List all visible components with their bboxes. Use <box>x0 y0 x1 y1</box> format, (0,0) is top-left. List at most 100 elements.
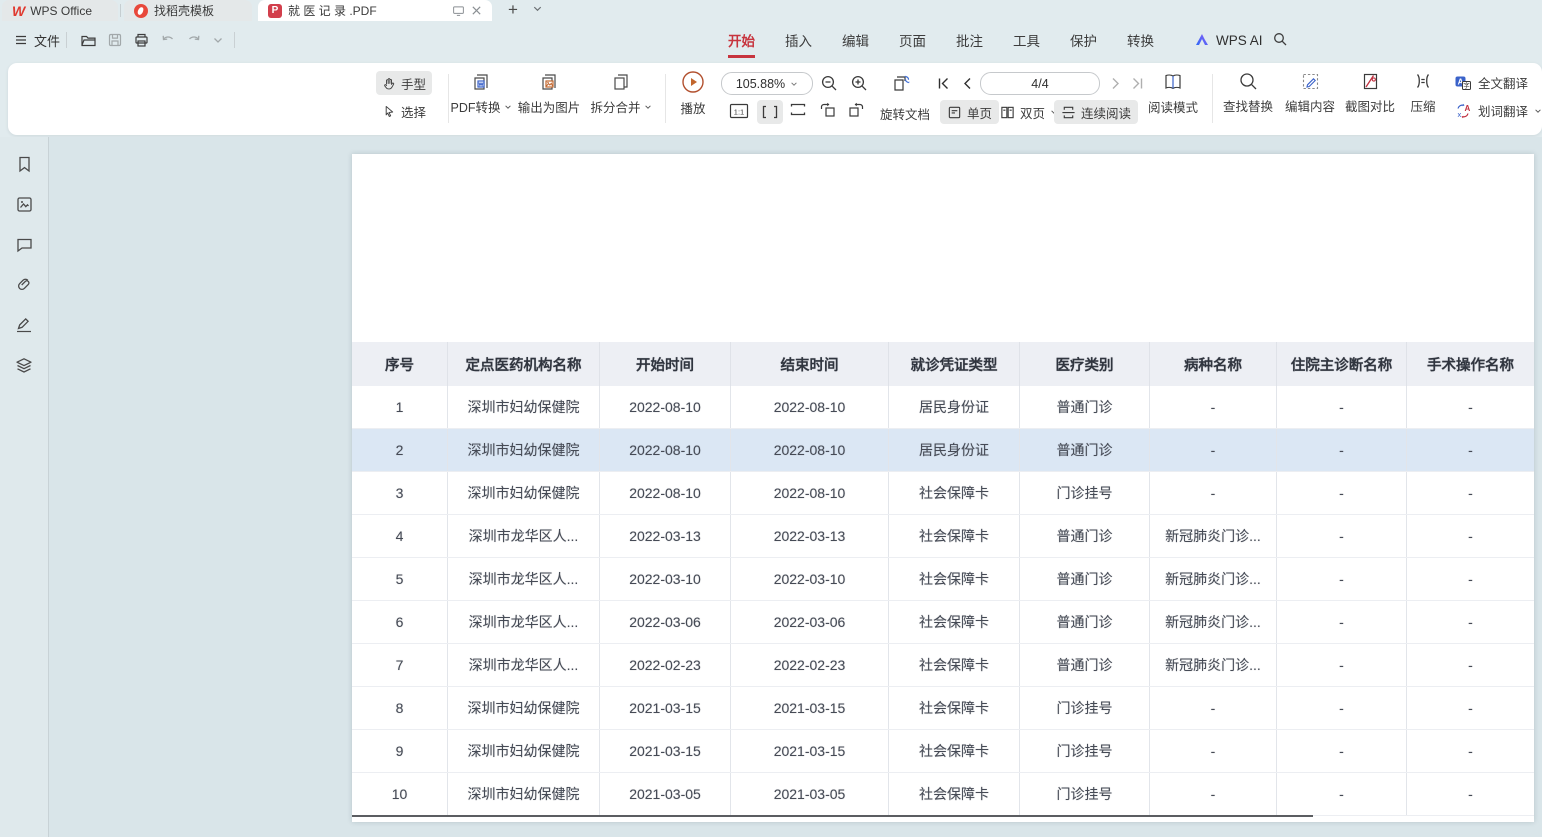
fit-page-button[interactable] <box>789 102 807 117</box>
tab-wps-office[interactable]: W WPS Office <box>2 0 118 21</box>
single-page-button[interactable]: 单页 <box>940 100 999 124</box>
continuous-read-button[interactable]: 连续阅读 <box>1054 100 1138 124</box>
divider <box>665 74 666 123</box>
menu-item-批注[interactable]: 批注 <box>956 21 983 59</box>
word-translate-button[interactable]: x A 划词翻译 <box>1454 101 1542 120</box>
table-row[interactable]: 1深圳市妇幼保健院2022-08-102022-08-10居民身份证普通门诊--… <box>352 386 1534 429</box>
table-row[interactable]: 7深圳市龙华区人...2022-02-232022-02-23社会保障卡普通门诊… <box>352 644 1534 687</box>
wps-ai-label: WPS AI <box>1216 33 1263 48</box>
book-icon <box>1162 71 1184 93</box>
split-merge-button[interactable]: 拆分合并 <box>581 71 661 116</box>
comment-icon[interactable] <box>15 235 34 254</box>
attachment-icon[interactable] <box>15 275 34 294</box>
table-row[interactable]: 5深圳市龙华区人...2022-03-102022-03-10社会保障卡普通门诊… <box>352 558 1534 601</box>
full-translate-label: 全文翻译 <box>1478 73 1528 92</box>
quick-access-chevron-icon[interactable] <box>212 34 224 46</box>
file-menu-label: 文件 <box>34 31 60 50</box>
monitor-icon[interactable] <box>452 4 465 17</box>
rotate-right-button[interactable] <box>847 101 865 118</box>
screenshot-compare-icon <box>1360 71 1381 92</box>
wps-pdf-window: W WPS Office 找稻壳模板 P 就 医 记 录 .PDF + <box>0 0 1542 837</box>
tab-bar: W WPS Office 找稻壳模板 P 就 医 记 录 .PDF + <box>0 0 1542 21</box>
compress-button[interactable]: 压缩 <box>1401 71 1445 115</box>
table-row[interactable]: 8深圳市妇幼保健院2021-03-152021-03-15社会保障卡门诊挂号--… <box>352 687 1534 730</box>
menu-item-页面[interactable]: 页面 <box>899 21 926 59</box>
menu-item-保护[interactable]: 保护 <box>1070 21 1097 59</box>
menu-item-开始[interactable]: 开始 <box>728 21 755 59</box>
menu-item-插入[interactable]: 插入 <box>785 21 812 59</box>
rotate-doc-label[interactable]: 旋转文档 <box>880 104 930 123</box>
split-merge-icon <box>610 71 632 93</box>
new-tab-button[interactable]: + <box>508 0 518 20</box>
table-row[interactable]: 10深圳市妇幼保健院2021-03-052021-03-05社会保障卡门诊挂号-… <box>352 773 1534 816</box>
table-cell: 7 <box>352 644 448 686</box>
menu-item-转换[interactable]: 转换 <box>1127 21 1154 59</box>
menu-search-icon[interactable] <box>1272 31 1288 47</box>
chevron-down-icon <box>790 80 798 88</box>
page-indicator-input[interactable]: 4/4 <box>980 72 1100 95</box>
table-row[interactable]: 6深圳市龙华区人...2022-03-062022-03-06社会保障卡普通门诊… <box>352 601 1534 644</box>
table-cell: 2 <box>352 429 448 471</box>
table-cell: 深圳市龙华区人... <box>448 558 600 600</box>
layers-icon[interactable] <box>14 356 34 376</box>
edit-content-button[interactable]: 编辑内容 <box>1275 71 1345 115</box>
print-icon[interactable] <box>133 32 150 49</box>
full-translate-button[interactable]: A 字 全文翻译 <box>1454 73 1528 92</box>
hand-tool-button[interactable]: 手型 <box>376 71 432 95</box>
zoom-in-button[interactable] <box>850 74 869 93</box>
double-page-icon <box>1000 105 1015 120</box>
table-row[interactable]: 2深圳市妇幼保健院2022-08-102022-08-10居民身份证普通门诊--… <box>352 429 1534 472</box>
pdf-file-icon: P <box>268 4 282 18</box>
table-cell: 门诊挂号 <box>1020 773 1150 815</box>
tab-docer-templates[interactable]: 找稻壳模板 <box>124 0 252 21</box>
rotate-left-button[interactable] <box>819 101 837 118</box>
previous-page-icon <box>960 76 975 91</box>
tab-list-chevron-icon[interactable] <box>532 3 543 14</box>
table-cell: 深圳市妇幼保健院 <box>448 730 600 772</box>
find-replace-button[interactable]: 查找替换 <box>1213 71 1283 115</box>
thumbnail-icon[interactable] <box>15 195 34 214</box>
screenshot-compare-label: 截图对比 <box>1345 96 1395 115</box>
actual-size-button[interactable]: 1:1 <box>729 102 749 120</box>
table-row[interactable]: 4深圳市龙华区人...2022-03-132022-03-13社会保障卡普通门诊… <box>352 515 1534 558</box>
first-page-button[interactable] <box>936 76 951 91</box>
table-cell: - <box>1277 601 1407 643</box>
one-to-one-icon: 1:1 <box>729 102 749 120</box>
read-mode-button[interactable]: 阅读模式 <box>1142 71 1204 116</box>
double-page-button[interactable]: 双页 <box>1000 100 1058 124</box>
play-button[interactable]: 播放 <box>672 70 714 117</box>
zoom-level-select[interactable]: 105.88% <box>721 72 813 95</box>
table-cell: - <box>1277 773 1407 815</box>
svg-text:1:1: 1:1 <box>734 107 744 116</box>
zoom-out-button[interactable] <box>820 74 839 93</box>
signature-icon[interactable] <box>14 315 34 335</box>
previous-page-button[interactable] <box>960 76 975 91</box>
reflow-pages-button[interactable] <box>890 72 913 95</box>
fit-width-button[interactable] <box>757 100 783 124</box>
export-image-button[interactable]: 输出为图片 <box>509 71 589 116</box>
table-cell: 2022-03-06 <box>600 601 731 643</box>
next-page-button[interactable] <box>1108 76 1123 91</box>
table-row[interactable]: 3深圳市妇幼保健院2022-08-102022-08-10社会保障卡门诊挂号--… <box>352 472 1534 515</box>
undo-icon[interactable] <box>160 32 176 48</box>
table-cell: 2022-08-10 <box>600 429 731 471</box>
open-file-icon[interactable] <box>80 32 97 49</box>
ribbon-toolbar: 手型 选择 PDF转换 输出为图片 <box>8 63 1542 135</box>
table-cell: 新冠肺炎门诊... <box>1150 644 1277 686</box>
close-tab-icon[interactable] <box>471 5 482 16</box>
menu-item-编辑[interactable]: 编辑 <box>842 21 869 59</box>
file-menu-button[interactable]: 文件 <box>14 31 60 50</box>
redo-icon[interactable] <box>186 32 202 48</box>
select-tool-button[interactable]: 选择 <box>376 99 432 123</box>
table-cell: 2021-03-15 <box>731 687 889 729</box>
screenshot-compare-button[interactable]: 截图对比 <box>1337 71 1403 115</box>
wps-ai-button[interactable]: WPS AI <box>1194 21 1263 59</box>
table-header-cell: 结束时间 <box>731 342 889 386</box>
table-cell: - <box>1407 601 1534 643</box>
table-row[interactable]: 9深圳市妇幼保健院2021-03-152021-03-15社会保障卡门诊挂号--… <box>352 730 1534 773</box>
menu-item-工具[interactable]: 工具 <box>1013 21 1040 59</box>
bookmark-icon[interactable] <box>15 155 34 174</box>
table-cell: 2021-03-05 <box>600 773 731 815</box>
save-icon[interactable] <box>107 32 123 48</box>
tab-medical-record-pdf[interactable]: P 就 医 记 录 .PDF <box>258 0 492 21</box>
